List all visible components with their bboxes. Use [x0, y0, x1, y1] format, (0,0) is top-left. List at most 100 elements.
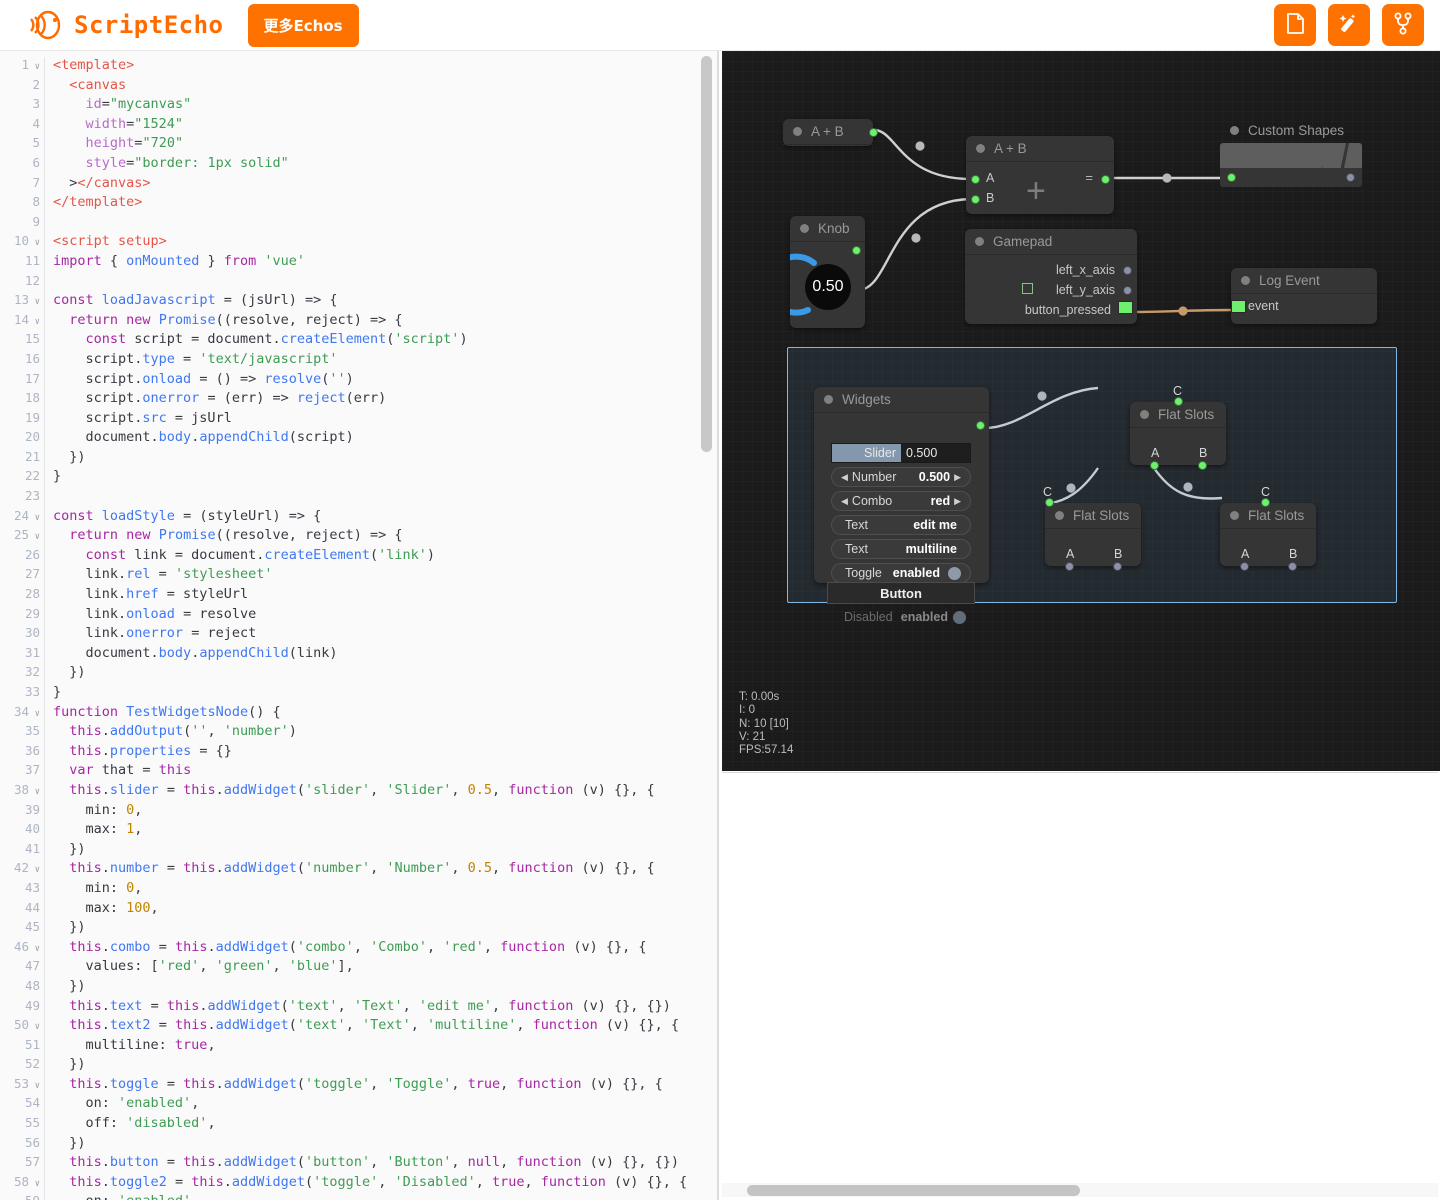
- node-gamepad[interactable]: Gamepad left_x_axis left_y_axis button_p…: [965, 229, 1137, 324]
- code-text[interactable]: }): [45, 1056, 718, 1076]
- code-text[interactable]: this.button = this.addWidget('button', '…: [45, 1154, 718, 1174]
- fold-chevron-icon[interactable]: ∨: [29, 1179, 40, 1189]
- widgets-output-slot[interactable]: [976, 421, 985, 430]
- flat-left-output-slot-b[interactable]: [1113, 562, 1122, 571]
- code-scroll-area[interactable]: 1 ∨ <template> 2 <canvas 3 id="mycanvas" 4 wi…: [0, 51, 718, 1200]
- code-text[interactable]: script.type = 'text/javascript': [45, 351, 718, 371]
- code-text[interactable]: [45, 488, 718, 508]
- widget-combo[interactable]: ◀ Combo red ▶: [831, 491, 971, 511]
- code-text[interactable]: import { onMounted } from 'vue': [45, 253, 718, 273]
- code-text[interactable]: max: 100,: [45, 900, 718, 920]
- node-title-bar[interactable]: Log Event: [1231, 268, 1377, 294]
- node-title-bar[interactable]: A + B: [783, 119, 873, 145]
- node-flat-slots-right[interactable]: Flat Slots C A B: [1220, 485, 1316, 571]
- flat-top-output-slot-a[interactable]: [1150, 461, 1159, 470]
- widget-toggle[interactable]: Toggle enabled: [831, 563, 971, 583]
- node-title-bar[interactable]: Gamepad: [965, 229, 1137, 255]
- code-text[interactable]: this.toggle2 = this.addWidget('toggle', …: [45, 1174, 718, 1194]
- fold-chevron-icon[interactable]: ∨: [29, 297, 40, 307]
- code-text[interactable]: const script = document.createElement('s…: [45, 331, 718, 351]
- next-option-arrow-icon[interactable]: ▶: [954, 496, 961, 507]
- node-collapse-icon[interactable]: [1055, 511, 1064, 520]
- flat-right-input-slot-c[interactable]: [1261, 498, 1270, 507]
- code-text[interactable]: this.combo = this.addWidget('combo', 'Co…: [45, 939, 718, 959]
- node-collapse-icon[interactable]: [824, 395, 833, 404]
- node-collapse-icon[interactable]: [800, 224, 809, 233]
- knob-value-face[interactable]: 0.50: [805, 264, 851, 310]
- fold-chevron-icon[interactable]: ∨: [29, 317, 40, 327]
- input-slot-a[interactable]: [971, 175, 980, 184]
- widget-text-1[interactable]: Text edit me: [831, 515, 971, 535]
- code-text[interactable]: this.slider = this.addWidget('slider', '…: [45, 782, 718, 802]
- editor-vertical-scrollbar[interactable]: [701, 56, 712, 1196]
- input-slot-event[interactable]: [1231, 300, 1246, 313]
- code-text[interactable]: min: 0,: [45, 880, 718, 900]
- code-text[interactable]: <script setup>: [45, 233, 718, 253]
- output-slot-left-y[interactable]: [1123, 286, 1132, 295]
- node-collapse-icon[interactable]: [1241, 276, 1250, 285]
- code-text[interactable]: ></canvas>: [45, 175, 718, 195]
- flat-top-input-slot-c[interactable]: [1174, 397, 1183, 406]
- code-text[interactable]: }): [45, 841, 718, 861]
- code-text[interactable]: }): [45, 978, 718, 998]
- node-custom-shapes[interactable]: Custom Shapes: [1220, 119, 1362, 187]
- node-title-bar[interactable]: A + B: [966, 136, 1114, 162]
- code-text[interactable]: const loadJavascript = (jsUrl) => {: [45, 292, 718, 312]
- code-text[interactable]: this.properties = {}: [45, 743, 718, 763]
- node-flat-slots-top[interactable]: Flat Slots C A B: [1130, 384, 1226, 470]
- output-slot-button-pressed[interactable]: [1118, 301, 1133, 314]
- graph-horizontal-scrollbar[interactable]: [722, 1183, 1438, 1197]
- fold-chevron-icon[interactable]: ∨: [29, 238, 40, 248]
- code-text[interactable]: off: 'disabled',: [45, 1115, 718, 1135]
- code-text[interactable]: this.text = this.addWidget('text', 'Text…: [45, 998, 718, 1018]
- fold-chevron-icon[interactable]: ∨: [29, 1081, 40, 1091]
- code-editor-pane[interactable]: 1 ∨ <template> 2 <canvas 3 id="mycanvas" 4 wi…: [0, 51, 718, 1200]
- more-echos-button[interactable]: 更多Echos: [247, 3, 359, 47]
- widget-slider[interactable]: Slider 0.500: [831, 443, 971, 463]
- node-collapse-icon[interactable]: [976, 144, 985, 153]
- node-log-event[interactable]: Log Event event: [1231, 268, 1377, 324]
- fold-chevron-icon[interactable]: ∨: [29, 944, 40, 954]
- code-text[interactable]: <template>: [45, 57, 718, 77]
- node-widgets[interactable]: Widgets Slider 0.500 ◀ Number 0.500 ▶ ◀: [814, 387, 989, 583]
- code-text[interactable]: max: 1,: [45, 821, 718, 841]
- toggle-knob-icon[interactable]: [948, 566, 961, 580]
- widget-text-2[interactable]: Text multiline: [831, 539, 971, 559]
- editor-scrollbar-thumb[interactable]: [701, 56, 712, 452]
- node-a-plus-b[interactable]: A + B + A B =: [966, 136, 1114, 214]
- code-text[interactable]: }): [45, 919, 718, 939]
- code-text[interactable]: script.onerror = (err) => reject(err): [45, 390, 718, 410]
- code-text[interactable]: var that = this: [45, 762, 718, 782]
- flat-top-output-slot-b[interactable]: [1198, 461, 1207, 470]
- custom-shapes-output-slot[interactable]: [1346, 173, 1355, 182]
- code-text[interactable]: document.body.appendChild(script): [45, 429, 718, 449]
- code-text[interactable]: this.toggle = this.addWidget('toggle', '…: [45, 1076, 718, 1096]
- output-slot-left-x[interactable]: [1123, 266, 1132, 275]
- code-text[interactable]: [45, 214, 718, 234]
- code-text[interactable]: <canvas: [45, 77, 718, 97]
- knob-output-slot[interactable]: [852, 246, 861, 255]
- code-text[interactable]: document.body.appendChild(link): [45, 645, 718, 665]
- custom-shapes-input-slot[interactable]: [1227, 173, 1236, 182]
- widget-number[interactable]: ◀ Number 0.500 ▶: [831, 467, 971, 487]
- code-text[interactable]: [45, 273, 718, 293]
- git-branch-button[interactable]: [1382, 4, 1424, 46]
- node-flat-slots-left[interactable]: Flat Slots C A B: [1043, 485, 1141, 571]
- graph-scrollbar-thumb[interactable]: [747, 1185, 1080, 1196]
- code-text[interactable]: return new Promise((resolve, reject) => …: [45, 527, 718, 547]
- code-text[interactable]: link.rel = 'stylesheet': [45, 566, 718, 586]
- code-text[interactable]: script.onload = () => resolve(''): [45, 371, 718, 391]
- code-text[interactable]: script.src = jsUrl: [45, 410, 718, 430]
- output-slot-result[interactable]: [1101, 175, 1110, 184]
- code-text[interactable]: on: 'enabled',: [45, 1095, 718, 1115]
- code-text[interactable]: function TestWidgetsNode() {: [45, 704, 718, 724]
- input-slot-b[interactable]: [971, 195, 980, 204]
- flat-right-output-slot-b[interactable]: [1288, 562, 1297, 571]
- increment-arrow-icon[interactable]: ▶: [954, 472, 961, 483]
- node-title-bar[interactable]: Flat Slots: [1045, 503, 1141, 529]
- code-text[interactable]: style="border: 1px solid": [45, 155, 718, 175]
- node-title-bar[interactable]: Flat Slots: [1220, 503, 1316, 529]
- fold-chevron-icon[interactable]: ∨: [29, 513, 40, 523]
- node-title-bar[interactable]: Knob: [790, 216, 865, 242]
- node-collapse-icon[interactable]: [1140, 410, 1149, 419]
